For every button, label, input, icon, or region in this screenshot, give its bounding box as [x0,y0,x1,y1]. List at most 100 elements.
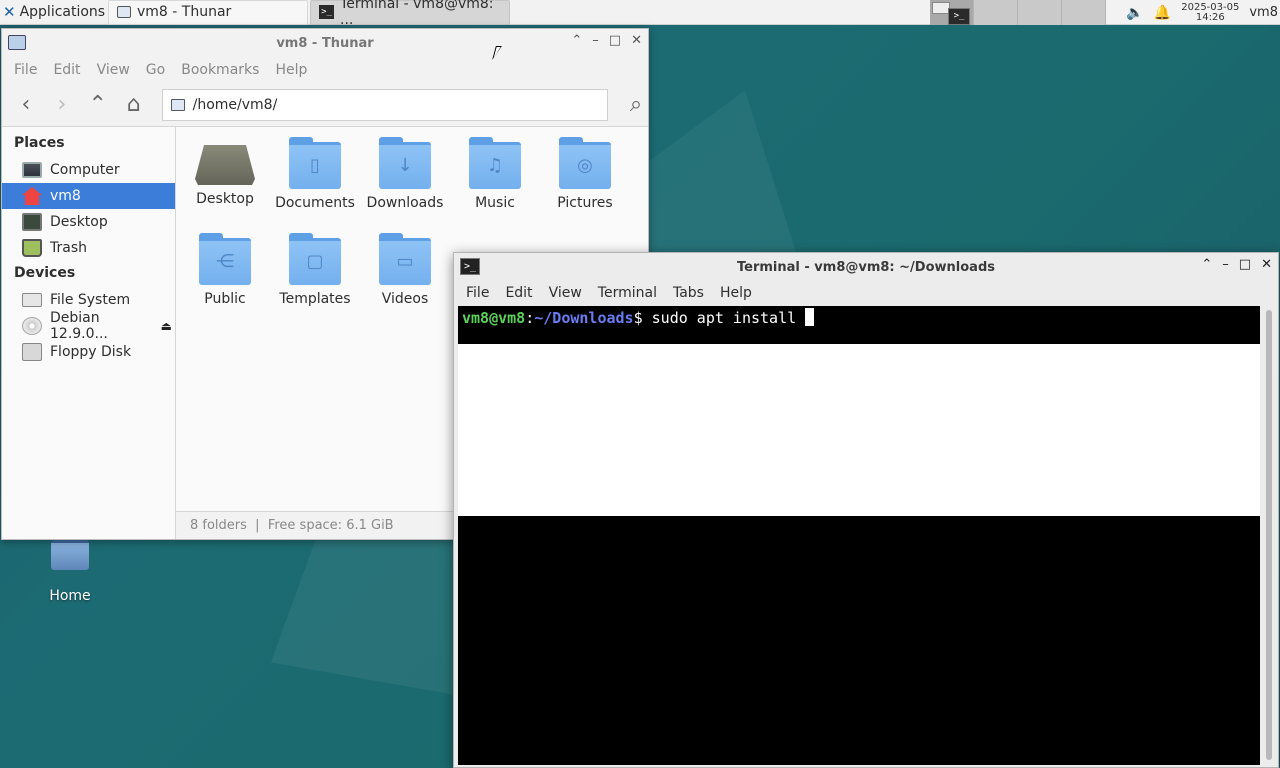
scrollbar-thumb[interactable] [1266,310,1272,760]
forward-icon[interactable]: › [50,92,74,117]
folder-item-pictures[interactable]: ◎ Pictures [540,137,630,221]
search-icon[interactable]: ⌕ [624,92,648,117]
up-icon[interactable]: ⌃ [86,92,110,117]
sidebar-item-trash[interactable]: Trash [2,235,175,261]
sidebar-item-debian-disc[interactable]: Debian 12.9.0... ⏏ [2,310,175,342]
terminal-thumbnail-icon: >_ [948,8,970,25]
clock-time: 14:26 [1195,11,1225,23]
folder-label: Pictures [557,195,613,211]
folder-label: Templates [279,291,351,307]
menu-edit[interactable]: Edit [497,285,540,301]
minimize-button[interactable]: – [1222,257,1229,272]
public-folder-icon: ⋲ [199,233,251,285]
workspace-1[interactable]: >_ [930,0,974,25]
desktop-home-icon[interactable]: Home [40,540,100,604]
status-text: 8 folders | Free space: 6.1 GiB [190,518,394,533]
folder-icon [170,98,185,111]
templates-folder-icon: ▢ [289,233,341,285]
folder-item-desktop[interactable]: Desktop [180,137,270,221]
terminal-prompt-line: vm8@vm8:~/Downloads$ sudo apt install [458,306,1260,344]
pictures-folder-icon: ◎ [559,137,611,189]
volume-icon[interactable]: 🔈 [1126,5,1143,21]
folder-label: Public [204,291,246,307]
menu-file[interactable]: File [6,62,45,78]
bell-icon[interactable]: 🔔 [1154,5,1171,21]
xfce-logo-icon: ✕ [3,3,16,21]
close-button[interactable]: ✕ [631,33,642,48]
prompt-separator: : [525,309,535,327]
home-icon[interactable]: ⌂ [122,92,146,117]
menu-view[interactable]: View [89,62,138,78]
sidebar-item-floppy[interactable]: Floppy Disk [2,339,175,365]
sidebar-item-label: Desktop [50,214,108,230]
prompt-path: ~/Downloads [534,309,634,327]
folder-item-videos[interactable]: ▭ Videos [360,233,450,317]
sidebar-item-label: Debian 12.9.0... [50,310,108,342]
drive-icon [22,293,42,307]
menu-view[interactable]: View [541,285,590,301]
taskbar-button-terminal[interactable]: >_ Terminal - vm8@vm8: ... [310,0,510,28]
prompt-dollar: $ [633,309,652,327]
folder-item-documents[interactable]: ▯ Documents [270,137,360,221]
folder-label: Music [475,195,515,211]
desktop-icon [22,213,42,231]
title-bar[interactable]: >_ Terminal - vm8@vm8: ~/Downloads ⌃ – □… [454,253,1278,281]
maximize-button[interactable]: □ [1239,257,1251,272]
folder-item-downloads[interactable]: ↓ Downloads [360,137,450,221]
applications-menu-button[interactable]: ✕ Applications ⋮ [0,0,123,25]
floppy-icon [22,343,42,361]
menu-help[interactable]: Help [267,62,315,78]
back-icon[interactable]: ‹ [14,92,38,117]
shade-button[interactable]: ⌃ [571,33,582,48]
menu-terminal[interactable]: Terminal [590,285,665,301]
documents-folder-icon: ▯ [289,137,341,189]
terminal-window-icon: >_ [319,5,335,19]
eject-icon[interactable]: ⏏ [161,319,172,333]
prompt-user: vm8@vm8 [462,309,526,327]
maximize-button[interactable]: □ [609,33,621,48]
folder-item-music[interactable]: ♫ Music [450,137,540,221]
desktop-folder-icon [195,145,255,185]
sidebar-item-computer[interactable]: Computer [2,157,175,183]
system-tray: 🔈 🔔 2025-03-05 14:26 vm8 [1126,0,1280,25]
workspace-2[interactable] [974,0,1018,25]
workspace-3[interactable] [1018,0,1062,25]
location-path: /home/vm8/ [192,96,278,113]
sidebar-item-label: Floppy Disk [50,344,132,360]
clock[interactable]: 2025-03-05 14:26 [1181,2,1239,23]
terminal-screen[interactable]: vm8@vm8:~/Downloads$ sudo apt install [458,306,1260,765]
menu-file[interactable]: File [458,285,497,301]
thunar-window-icon [117,6,131,18]
folder-label: Downloads [366,195,444,211]
location-bar[interactable]: /home/vm8/ [161,88,609,121]
menu-go[interactable]: Go [138,62,173,78]
home-icon [22,187,42,205]
menu-tabs[interactable]: Tabs [665,285,712,301]
terminal-scrollbar[interactable] [1262,306,1276,765]
top-panel: ✕ Applications ⋮ vm8 - Thunar >_ Termina… [0,0,1280,28]
sidebar-item-desktop[interactable]: Desktop [2,209,175,235]
downloads-folder-icon: ↓ [379,137,431,189]
folder-label: Documents [275,195,355,211]
minimize-button[interactable]: – [592,33,599,48]
home-folder-icon [51,540,89,570]
user-menu[interactable]: vm8 [1249,5,1278,20]
menu-help[interactable]: Help [712,285,760,301]
sidebar-item-home[interactable]: vm8 [2,183,175,209]
folder-item-public[interactable]: ⋲ Public [180,233,270,317]
workspace-4[interactable] [1062,0,1106,25]
terminal-window: >_ Terminal - vm8@vm8: ~/Downloads ⌃ – □… [453,252,1279,768]
close-button[interactable]: ✕ [1261,257,1272,272]
title-bar[interactable]: vm8 - Thunar ⌃ – □ ✕ [2,29,648,57]
devices-heading: Devices [14,265,76,281]
workspace-pager[interactable]: >_ [930,0,1106,25]
folder-item-templates[interactable]: ▢ Templates [270,233,360,317]
window-title: Terminal - vm8@vm8: ~/Downloads [737,259,995,275]
menu-bookmarks[interactable]: Bookmarks [173,62,267,78]
menu-bar: File Edit View Terminal Tabs Help [454,281,1278,305]
menu-edit[interactable]: Edit [45,62,88,78]
taskbar-button-thunar[interactable]: vm8 - Thunar [108,0,308,25]
shade-button[interactable]: ⌃ [1201,257,1212,272]
taskbar-label: vm8 - Thunar [137,4,232,20]
music-folder-icon: ♫ [469,137,521,189]
